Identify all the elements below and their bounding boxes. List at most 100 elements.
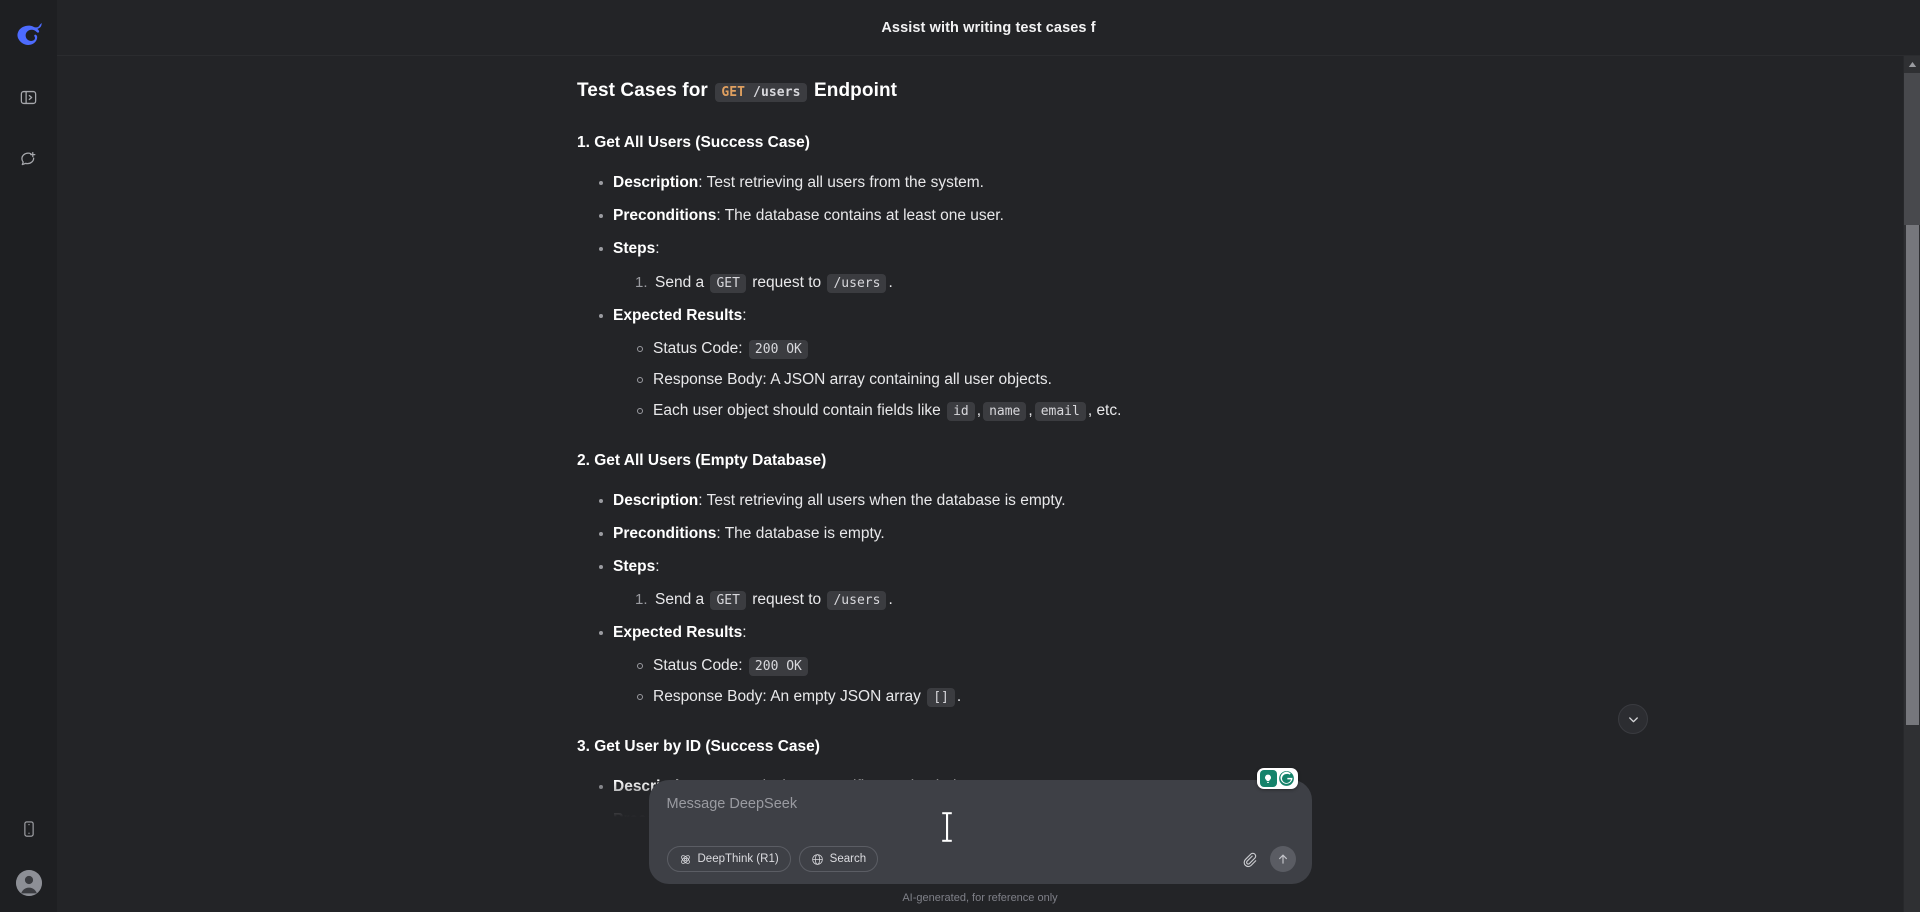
mobile-phone-icon <box>23 821 34 837</box>
grammarly-g-icon <box>1278 771 1294 786</box>
top-bar: Assist with writing test cases f <box>57 0 1920 56</box>
i-beam-cursor-icon <box>941 812 952 842</box>
step-post: . <box>888 590 893 608</box>
result-pre: Status Code: <box>653 656 747 674</box>
code-method: GET <box>710 273 746 293</box>
case-heading: 1. Get All Users (Success Case) <box>577 134 810 152</box>
scrollbar-track[interactable] <box>1904 73 1920 912</box>
list-item: Preconditions: The database is empty. <box>599 522 1383 546</box>
list-item: Response Body: A JSON array containing a… <box>635 368 1383 392</box>
avatar-icon <box>15 870 42 896</box>
step-mid: request to <box>747 273 826 291</box>
grammarly-badge[interactable] <box>1256 768 1298 789</box>
case-list: Description: Test retrieving all users f… <box>599 171 1383 422</box>
scrollbar-up-arrow[interactable] <box>1904 56 1920 73</box>
results-list: Status Code: 200 OK Response Body: A JSO… <box>635 337 1383 423</box>
send-button[interactable] <box>1269 846 1296 872</box>
vertical-scrollbar[interactable] <box>1903 56 1920 912</box>
caret-up-icon <box>1908 62 1917 67</box>
item-text: : The database contains at least one use… <box>716 207 1004 225</box>
list-item: Send a GET request to /users. <box>635 588 1383 612</box>
code-endpoint: GET /users <box>715 83 807 102</box>
result-pre: Response Body: An empty JSON array <box>653 687 926 705</box>
globe-icon <box>811 853 823 865</box>
deepseek-whale-logo[interactable] <box>12 18 46 52</box>
list-item: Description: Test retrieving all users w… <box>599 489 1383 513</box>
atom-icon <box>680 854 690 864</box>
code-empty-array: [] <box>927 687 955 707</box>
doc-title-suffix: Endpoint <box>808 80 898 101</box>
item-text: : <box>655 240 660 258</box>
step-post: . <box>888 273 893 291</box>
arrow-up-icon <box>1278 854 1287 864</box>
composer-area: Message DeepSeek DeepThink (R1) Search A… <box>57 768 1903 912</box>
expand-sidebar-button[interactable] <box>12 80 46 114</box>
list-item: Response Body: An empty JSON array []. <box>635 685 1383 709</box>
mode-pills: DeepThink (R1) Search <box>666 846 879 872</box>
scrollbar-thumb[interactable] <box>1906 225 1919 725</box>
lightbulb-icon <box>1265 774 1271 783</box>
list-item: Steps: Send a GET request to /users. <box>599 237 1383 294</box>
item-label: Expected Results <box>613 306 743 324</box>
code-field-id: id <box>947 401 975 421</box>
step-pre: Send a <box>655 273 709 291</box>
steps-list: Send a GET request to /users. <box>635 271 1383 295</box>
grammarly-suggestion-icon[interactable] <box>1259 770 1277 787</box>
scrollbar-track-upper[interactable] <box>1904 73 1920 225</box>
item-text: : <box>742 623 747 641</box>
list-item: Description: Test retrieving all users f… <box>599 171 1383 195</box>
scroll-to-bottom-button[interactable] <box>1618 704 1648 734</box>
item-label: Description <box>613 491 699 509</box>
sidebar <box>0 0 57 912</box>
list-item: Send a GET request to /users. <box>635 271 1383 295</box>
composer[interactable]: Message DeepSeek DeepThink (R1) Search <box>648 768 1312 884</box>
disclaimer-text: AI-generated, for reference only <box>902 892 1058 904</box>
item-text: : Test retrieving all users when the dat… <box>698 491 1066 509</box>
item-text: : <box>655 557 660 575</box>
page-title: Test Cases for GET /users Endpoint <box>577 76 1383 105</box>
step-pre: Send a <box>655 590 709 608</box>
attach-button[interactable] <box>1241 851 1258 868</box>
code-status: 200 OK <box>748 656 808 676</box>
code-path: /users <box>753 85 801 100</box>
item-text: : <box>742 306 747 324</box>
result-post: . <box>956 687 962 705</box>
expand-sidebar-icon <box>20 90 37 104</box>
item-label: Steps <box>613 557 656 575</box>
chat-title: Assist with writing test cases f <box>881 19 1096 36</box>
item-label: Expected Results <box>613 623 743 641</box>
list-item: Expected Results: Status Code: 200 OK Re… <box>599 304 1383 423</box>
message-input[interactable]: Message DeepSeek <box>667 794 1296 838</box>
code-path: /users <box>827 273 887 293</box>
sidebar-bottom <box>0 812 57 896</box>
result-pre: Status Code: <box>653 339 747 357</box>
list-item: Status Code: 200 OK <box>635 337 1383 361</box>
mobile-app-button[interactable] <box>12 812 46 846</box>
result-pre: Each user object should contain fields l… <box>653 401 946 419</box>
grammarly-logo-icon[interactable] <box>1278 770 1295 787</box>
main-area: Assist with writing test cases f Test Ca… <box>57 0 1920 912</box>
case-heading: 3. Get User by ID (Success Case) <box>577 737 820 755</box>
chevron-down-icon <box>1628 716 1638 722</box>
user-avatar[interactable] <box>15 870 42 896</box>
deepthink-button[interactable]: DeepThink (R1) <box>666 846 791 872</box>
deepthink-label: DeepThink (R1) <box>697 853 779 865</box>
case-heading: 2. Get All Users (Empty Database) <box>577 451 827 469</box>
text-cursor <box>941 811 952 842</box>
code-field-email: email <box>1034 401 1086 421</box>
search-label: Search <box>829 853 867 865</box>
item-label: Steps <box>613 240 656 258</box>
code-method: GET <box>721 85 746 100</box>
code-path: /users <box>827 590 887 610</box>
code-method: GET <box>710 590 746 610</box>
list-item: Preconditions: The database contains at … <box>599 204 1383 228</box>
result-pre: Response Body: A JSON array containing a… <box>653 370 1052 388</box>
search-button[interactable]: Search <box>798 846 879 872</box>
case-list: Description: Test retrieving all users w… <box>599 489 1383 709</box>
results-list: Status Code: 200 OK Response Body: An em… <box>635 654 1383 709</box>
steps-list: Send a GET request to /users. <box>635 588 1383 612</box>
paperclip-icon <box>1243 852 1256 867</box>
item-label: Preconditions <box>613 207 717 225</box>
list-item: Steps: Send a GET request to /users. <box>599 555 1383 612</box>
new-chat-button[interactable] <box>12 142 46 176</box>
